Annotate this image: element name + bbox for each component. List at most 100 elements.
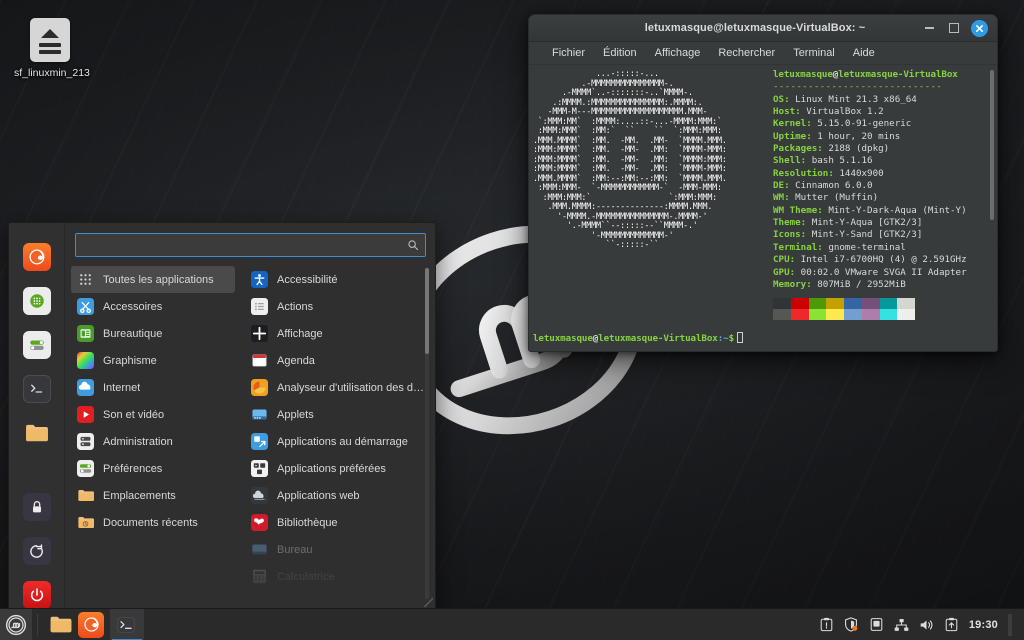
logout-icon[interactable] (23, 537, 51, 565)
menu-application-item[interactable]: Applications web (245, 482, 430, 509)
menu-application-item[interactable]: Applets (245, 401, 430, 428)
menu-category-scissors[interactable]: Accessoires (71, 293, 235, 320)
terminal-menubar[interactable]: Fichier Édition Affichage Rechercher Ter… (529, 42, 997, 65)
palette-swatch (773, 309, 791, 320)
menu-category-office[interactable]: Bureautique (71, 320, 235, 347)
menu-application-item[interactable]: Agenda (245, 347, 430, 374)
menu-application-item[interactable]: Bibliothèque (245, 509, 430, 536)
files-icon[interactable] (23, 419, 51, 447)
menu-category-label: Toutes les applications (103, 274, 214, 286)
firefox-launcher[interactable] (78, 612, 104, 638)
application-list-inner: Accessibilité Actions Affichage Agenda A… (245, 266, 430, 590)
menu-category-label: Administration (103, 436, 173, 448)
menu-application-item[interactable]: Applications préférées (245, 455, 430, 482)
clock[interactable]: 19:30 (969, 619, 998, 631)
system-settings-icon[interactable] (23, 331, 51, 359)
application-list-scrollbar[interactable] (425, 268, 429, 599)
menu-application-item[interactable]: Affichage (245, 320, 430, 347)
software-manager-icon[interactable] (23, 287, 51, 315)
desktop[interactable]: sf_linuxmin_213 letuxmasque@letuxmasque-… (0, 0, 1024, 640)
palette-row-normal (773, 298, 915, 309)
menu-rechercher[interactable]: Rechercher (709, 45, 784, 61)
menu-main-area[interactable]: Toutes les applications Accessoires Bure… (65, 223, 436, 609)
menu-application-item[interactable]: Actions (245, 293, 430, 320)
application-list[interactable]: Accessibilité Actions Affichage Agenda A… (239, 266, 430, 603)
network-icon[interactable] (894, 617, 909, 632)
menu-columns: Toutes les applications Accessoires Bure… (71, 266, 430, 603)
menu-search-row[interactable] (71, 231, 430, 266)
preferences-icon (77, 460, 94, 477)
palette-swatch (826, 309, 844, 320)
accessibility-icon (251, 271, 268, 288)
menu-category-preferences[interactable]: Préférences (71, 455, 235, 482)
menu-edition[interactable]: Édition (594, 45, 646, 61)
close-button[interactable] (971, 20, 988, 37)
mint-menu-button[interactable] (0, 609, 32, 640)
desktop-icon-sf-linuxmin[interactable]: sf_linuxmin_213 (14, 18, 86, 79)
menu-application-item[interactable]: Calculatrice (245, 563, 430, 590)
category-list[interactable]: Toutes les applications Accessoires Bure… (71, 266, 239, 603)
menu-category-recent-documents[interactable]: Documents récents (71, 509, 235, 536)
menu-category-graphics[interactable]: Graphisme (71, 347, 235, 374)
search-icon[interactable] (407, 239, 419, 251)
menu-application-item[interactable]: Applications au démarrage (245, 428, 430, 455)
palette-swatch (809, 309, 827, 320)
palette-swatch (791, 298, 809, 309)
terminal-icon[interactable] (23, 375, 51, 403)
menu-aide[interactable]: Aide (844, 45, 884, 61)
neofetch-value: 5.15.0-91-generic (812, 118, 912, 129)
firefox-icon[interactable] (23, 243, 51, 271)
volume-icon[interactable] (919, 617, 934, 632)
menu-category-grid[interactable]: Toutes les applications (71, 266, 235, 293)
neofetch-value: gnome-terminal (823, 242, 906, 253)
window-task-list[interactable] (104, 609, 144, 640)
menu-category-internet[interactable]: Internet (71, 374, 235, 401)
menu-favorites-strip[interactable] (9, 223, 65, 609)
neofetch-row: Memory: 807MiB / 2952MiB (773, 279, 989, 291)
taskbar-panel[interactable]: 19:30 (0, 608, 1024, 640)
scrollbar-thumb[interactable] (425, 268, 429, 354)
display-devices-icon[interactable] (869, 617, 884, 632)
menu-category-administration[interactable]: Administration (71, 428, 235, 455)
mint-menu-popup[interactable]: Toutes les applications Accessoires Bure… (8, 222, 436, 610)
neofetch-key: WM: (773, 192, 790, 203)
menu-application-label: Applications préférées (277, 463, 386, 475)
minimize-button[interactable] (921, 20, 937, 36)
menu-application-label: Applications web (277, 490, 360, 502)
neofetch-value: 00:02.0 VMware SVGA II Adapter (795, 267, 966, 278)
menu-application-item[interactable]: Accessibilité (245, 266, 430, 293)
terminal-task-button[interactable] (110, 609, 144, 640)
terminal-scrollbar-thumb[interactable] (990, 70, 994, 220)
menu-application-item[interactable]: Analyseur d'utilisation des d… (245, 374, 430, 401)
neofetch-value: Cinnamon 6.0.0 (790, 180, 873, 191)
neofetch-key: Shell: (773, 155, 806, 166)
clipboard-icon[interactable] (819, 617, 834, 632)
terminal-titlebar[interactable]: letuxmasque@letuxmasque-VirtualBox: ~ (529, 15, 997, 42)
menu-fichier[interactable]: Fichier (543, 45, 594, 61)
shutdown-icon[interactable] (23, 581, 51, 609)
maximize-button[interactable] (946, 20, 962, 36)
menu-affichage[interactable]: Affichage (646, 45, 710, 61)
prompt-user: letuxmasque (533, 333, 593, 344)
search-input[interactable] (84, 239, 407, 251)
system-tray[interactable]: 19:30 (819, 614, 1024, 636)
search-box[interactable] (75, 233, 426, 257)
menu-application-item[interactable]: Bureau (245, 536, 430, 563)
neofetch-key: Memory: (773, 279, 812, 290)
firewall-shield-icon[interactable] (844, 617, 859, 632)
terminal-scrollbar[interactable] (989, 67, 995, 349)
show-desktop-button[interactable] (1008, 614, 1012, 636)
menu-resize-grip[interactable] (424, 598, 433, 607)
terminal-body[interactable]: ...-:::::-... .-MMMMMMMMMMMMMMM-. .-MMMM… (529, 65, 997, 351)
menu-category-folder[interactable]: Emplacements (71, 482, 235, 509)
files-launcher[interactable] (48, 612, 74, 638)
panel-launchers[interactable] (43, 612, 104, 638)
terminal-prompt[interactable]: letuxmasque@letuxmasque-VirtualBox:~$ (533, 332, 743, 344)
terminal-window[interactable]: letuxmasque@letuxmasque-VirtualBox: ~ Fi… (528, 14, 998, 352)
update-manager-icon[interactable] (944, 617, 959, 632)
internet-icon (77, 379, 94, 396)
menu-category-multimedia[interactable]: Son et vidéo (71, 401, 235, 428)
lock-screen-icon[interactable] (23, 493, 51, 521)
menu-terminal[interactable]: Terminal (784, 45, 844, 61)
lock-glyph (29, 499, 45, 515)
